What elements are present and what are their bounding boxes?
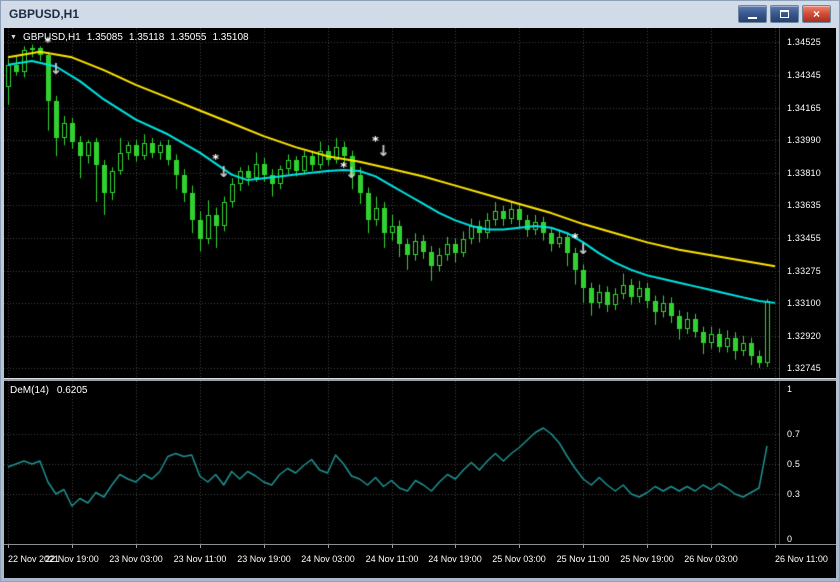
indicator-axis[interactable]: 1 0.7 0.5 0.3 0 xyxy=(779,381,836,544)
close-button[interactable]: × xyxy=(802,5,831,23)
quote-symbol: GBPUSD,H1 xyxy=(22,32,81,43)
quote-low: 1.35055 xyxy=(170,32,207,43)
dem-indicator-canvas[interactable] xyxy=(4,381,779,544)
minimize-button[interactable] xyxy=(738,5,767,23)
indicator-value: 0.6205 xyxy=(56,385,88,396)
price-axis-label: 1.34345 xyxy=(787,69,821,80)
price-axis-label: 1.33455 xyxy=(787,232,821,243)
time-axis-tick xyxy=(264,545,265,548)
indicator-pane: DeM(14) 0.6205 1 0.7 0.5 0.3 0 xyxy=(4,381,836,544)
indicator-axis-label: 0.7 xyxy=(787,429,801,439)
time-axis-tick xyxy=(711,545,712,548)
time-axis-label: 26 Nov 03:00 xyxy=(684,554,738,564)
time-axis-tick xyxy=(519,545,520,548)
window-titlebar[interactable]: GBPUSD,H1 × xyxy=(0,0,840,28)
indicator-axis-label: 0.3 xyxy=(787,489,801,499)
quote-open: 1.35085 xyxy=(86,32,123,43)
price-axis-label: 1.34525 xyxy=(787,36,821,47)
time-axis-tick xyxy=(455,545,456,548)
chart-window: GBPUSD,H1 × ▼ GBPUSD,H1 1.35085 1.35118 … xyxy=(0,0,840,582)
symbol-dropdown-icon[interactable]: ▼ xyxy=(10,34,17,41)
price-axis-label: 1.33990 xyxy=(787,134,821,145)
close-icon: × xyxy=(812,7,820,21)
time-axis-tick xyxy=(775,545,776,548)
indicator-label: DeM(14) 0.6205 xyxy=(10,385,88,396)
window-controls: × xyxy=(738,5,831,23)
price-axis-label: 1.34165 xyxy=(787,102,821,113)
indicator-axis-label: 1 xyxy=(787,384,793,394)
time-axis-tick xyxy=(136,545,137,548)
price-axis[interactable]: 1.34525 1.34345 1.34165 1.33990 1.33810 1.336… xyxy=(779,28,836,378)
quote-close: 1.35108 xyxy=(212,32,249,43)
time-axis[interactable]: 22 Nov 2021 22 Nov 19:00 23 Nov 03:00 23 No… xyxy=(4,544,836,578)
time-axis-label: 23 Nov 11:00 xyxy=(173,554,227,564)
time-axis-label: 25 Nov 11:00 xyxy=(556,554,610,564)
time-axis-label: 22 Nov 19:00 xyxy=(45,554,99,564)
price-axis-label: 1.33635 xyxy=(787,199,821,210)
price-axis-label: 1.32920 xyxy=(787,330,821,341)
price-axis-label: 1.33275 xyxy=(787,265,821,276)
indicator-axis-label: 0.5 xyxy=(787,459,801,469)
chart-client-area: ▼ GBPUSD,H1 1.35085 1.35118 1.35055 1.35… xyxy=(4,28,836,578)
time-axis-label: 24 Nov 11:00 xyxy=(365,554,419,564)
time-axis-tick xyxy=(583,545,584,548)
price-axis-label: 1.33810 xyxy=(787,167,821,178)
quote-high: 1.35118 xyxy=(128,32,165,43)
price-chart-pane: ▼ GBPUSD,H1 1.35085 1.35118 1.35055 1.35… xyxy=(4,28,836,378)
indicator-name: DeM(14) xyxy=(10,385,49,396)
price-axis-label: 1.32745 xyxy=(787,362,821,373)
time-axis-label: 25 Nov 03:00 xyxy=(492,554,546,564)
time-axis-label: 24 Nov 03:00 xyxy=(301,554,355,564)
time-axis-label: 23 Nov 03:00 xyxy=(109,554,163,564)
time-axis-label: 23 Nov 19:00 xyxy=(237,554,291,564)
time-axis-label: 25 Nov 19:00 xyxy=(620,554,674,564)
window-title: GBPUSD,H1 xyxy=(9,7,80,21)
minimize-icon xyxy=(748,16,757,19)
time-axis-label: 26 Nov 11:00 xyxy=(775,554,828,564)
maximize-icon xyxy=(780,10,789,18)
price-axis-label: 1.33100 xyxy=(787,297,821,308)
time-axis-tick xyxy=(72,545,73,548)
time-axis-tick xyxy=(328,545,329,548)
price-chart-canvas[interactable] xyxy=(4,28,779,378)
time-axis-tick xyxy=(392,545,393,548)
indicator-axis-label: 0 xyxy=(787,534,793,544)
time-axis-tick xyxy=(647,545,648,548)
time-axis-tick xyxy=(8,545,9,548)
maximize-button[interactable] xyxy=(770,5,799,23)
time-axis-tick xyxy=(200,545,201,548)
quote-line: ▼ GBPUSD,H1 1.35085 1.35118 1.35055 1.35… xyxy=(10,32,249,43)
time-axis-label: 24 Nov 19:00 xyxy=(428,554,482,564)
